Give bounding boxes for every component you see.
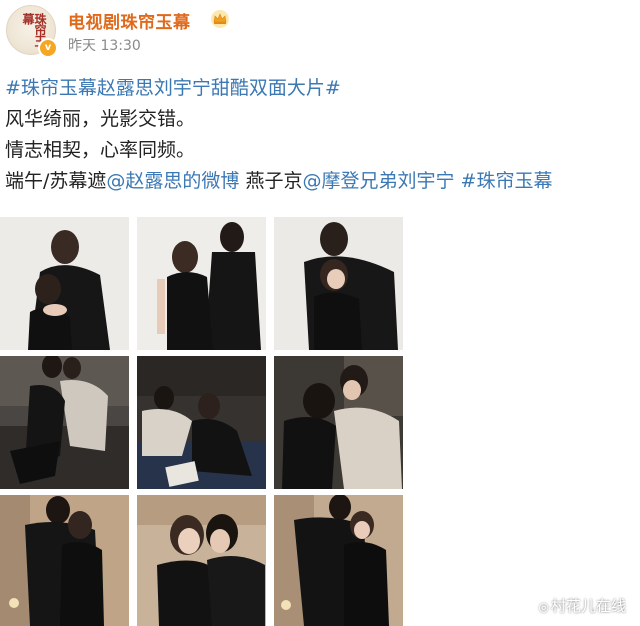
photo-9[interactable]: [274, 495, 403, 626]
account-name[interactable]: 电视剧珠帘玉幕: [68, 8, 191, 33]
mention-link[interactable]: @摩登兄弟刘宇宁: [302, 170, 454, 192]
post-line: 情志相契，心率同频。: [5, 139, 196, 161]
post-text: #珠帘玉幕赵露思刘宇宁甜酷双面大片# 风华绮丽，光影交错。 情志相契，心率同频。…: [5, 73, 637, 197]
post-line-text: 燕子京: [239, 170, 303, 192]
hashtag-link[interactable]: #珠帘玉幕: [454, 170, 553, 192]
crown-icon: [211, 10, 229, 28]
post-header: 珠帘玉幕 v 电视剧珠帘玉幕 昨天 13:30: [0, 0, 640, 66]
post-time: 昨天 13:30: [68, 38, 141, 54]
photo-6[interactable]: [274, 356, 403, 489]
watermark: ◎ 村花儿在线: [539, 595, 627, 616]
hashtag-link[interactable]: #珠帘玉幕赵露思刘宇宁甜酷双面大片#: [5, 77, 341, 99]
photo-3[interactable]: [274, 217, 403, 350]
watermark-text: 村花儿在线: [550, 597, 626, 615]
watermark-icon: ◎: [538, 600, 549, 614]
photo-5[interactable]: [137, 356, 266, 489]
post-line-text: 端午/苏幕遮: [5, 170, 107, 192]
photo-4[interactable]: [0, 356, 129, 489]
mention-link[interactable]: @赵露思的微博: [106, 170, 239, 192]
verified-badge-icon: v: [38, 38, 58, 58]
photo-8[interactable]: [137, 495, 266, 626]
photo-1[interactable]: [0, 217, 129, 350]
photo-7[interactable]: [0, 495, 129, 626]
post-line: 风华绮丽，光影交错。: [5, 108, 196, 130]
photo-2[interactable]: [137, 217, 266, 350]
photo-grid: [0, 217, 410, 626]
